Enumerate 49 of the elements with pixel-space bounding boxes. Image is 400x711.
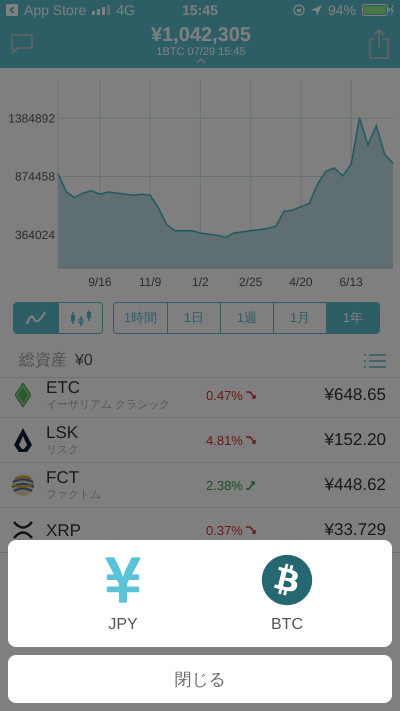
network-type: 4G xyxy=(116,2,135,18)
x-tick-label: 2/25 xyxy=(238,275,262,289)
coin-symbol: ETC xyxy=(46,378,81,397)
coin-price: ¥448.62 xyxy=(324,475,386,495)
y-tick-label: 874458 xyxy=(14,170,55,184)
y-tick-label: 1384892 xyxy=(8,111,55,126)
cross-icon xyxy=(13,521,33,539)
candlestick-icon xyxy=(70,309,92,327)
chart-style-toggle[interactable] xyxy=(58,303,102,333)
battery-icon xyxy=(362,4,394,16)
total-assets-value: ¥0 xyxy=(75,352,93,369)
down-arrow-icon xyxy=(244,389,257,401)
coin-price: ¥648.65 xyxy=(324,385,386,405)
chat-icon[interactable] xyxy=(10,33,34,55)
price-change: 2.38% xyxy=(206,478,243,492)
price-change: 0.37% xyxy=(206,522,243,538)
rotation-lock-icon xyxy=(292,4,305,16)
coin-symbol: FCT xyxy=(46,468,80,487)
diamond-icon xyxy=(15,383,31,407)
close-button[interactable]: 閉じる xyxy=(8,655,392,703)
coin-symbol: XRP xyxy=(46,520,82,540)
x-tick-label: 1/2 xyxy=(192,275,209,289)
line-chart-icon xyxy=(26,311,46,325)
globe-icon xyxy=(11,473,35,497)
location-icon xyxy=(310,4,322,16)
share-icon[interactable] xyxy=(368,29,390,59)
y-tick-label: 364024 xyxy=(14,228,55,242)
battery-percent: 94% xyxy=(328,2,356,18)
drop-icon xyxy=(14,428,32,452)
price-change: 0.47% xyxy=(206,388,243,402)
bitcoin-icon xyxy=(261,554,313,606)
chart-style-toggle[interactable] xyxy=(14,303,58,333)
x-tick-label: 9/16 xyxy=(88,275,112,289)
back-icon[interactable] xyxy=(6,4,18,16)
coin-symbol: LSK xyxy=(46,423,80,442)
down-arrow-icon xyxy=(244,524,257,536)
coin-price: ¥152.20 xyxy=(324,430,386,450)
price-subtitle: 1BTC 07/29 15:45 xyxy=(156,46,246,58)
price-change: 4.81% xyxy=(206,432,243,448)
x-tick-label: 6/13 xyxy=(339,275,363,289)
up-arrow-icon xyxy=(244,479,257,491)
down-arrow-icon xyxy=(244,434,257,446)
x-tick-label: 4/20 xyxy=(289,275,313,289)
list-icon[interactable] xyxy=(364,352,386,368)
coin-price: ¥33.729 xyxy=(324,520,386,540)
btc-price: ¥1,042,305 xyxy=(150,24,252,46)
caret-icon[interactable] xyxy=(196,58,206,64)
x-tick-label: 11/9 xyxy=(138,275,162,289)
clock: 15:45 xyxy=(182,2,218,18)
